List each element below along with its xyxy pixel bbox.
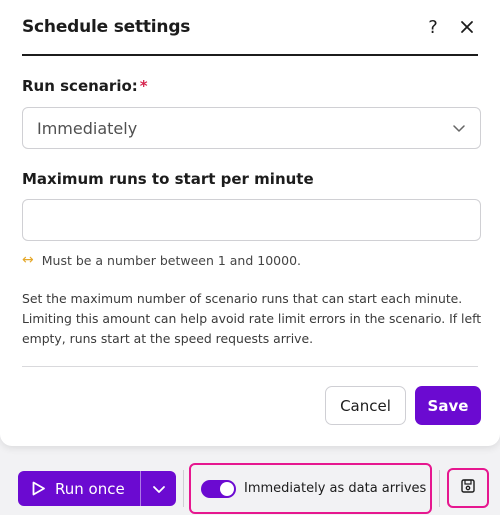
run-scenario-select[interactable]: Immediately	[22, 107, 481, 149]
run-once-button[interactable]: Run once	[18, 471, 140, 506]
play-icon	[32, 481, 45, 496]
run-scenario-label-text: Run scenario:	[22, 77, 138, 95]
run-once-menu-button[interactable]	[141, 471, 176, 506]
run-once-label: Run once	[55, 479, 125, 498]
close-button[interactable]	[456, 16, 478, 38]
save-button[interactable]: Save	[415, 386, 481, 425]
schedule-toggle-control: Immediately as data arrives	[189, 463, 432, 514]
max-runs-hint-text: Must be a number between 1 and 10000.	[41, 252, 301, 268]
toolbar-separator	[183, 470, 184, 507]
modal-title: Schedule settings	[22, 17, 191, 37]
required-marker: *	[139, 77, 148, 95]
max-runs-label: Maximum runs to start per minute	[22, 170, 314, 188]
schedule-toggle[interactable]	[201, 479, 236, 498]
max-runs-description: Set the maximum number of scenario runs …	[22, 291, 482, 346]
run-scenario-selected-value: Immediately	[37, 118, 138, 138]
toolbar-separator	[439, 470, 440, 507]
floppy-disk-icon	[460, 478, 476, 498]
question-icon: ?	[428, 16, 438, 38]
save-scenario-button[interactable]	[447, 468, 489, 508]
chevron-down-icon	[453, 125, 465, 132]
close-icon	[461, 21, 473, 33]
scenario-editor: Schedule settings ? Run scenario: * Immed…	[0, 0, 500, 515]
header-actions: ?	[422, 16, 478, 38]
max-runs-input[interactable]	[22, 199, 481, 241]
arrows-horizontal-icon: ↔	[22, 252, 34, 268]
run-scenario-label: Run scenario: *	[22, 77, 148, 95]
max-runs-hint: ↔ Must be a number between 1 and 10000.	[22, 252, 301, 268]
schedule-toggle-label: Immediately as data arrives	[244, 481, 427, 496]
footer-divider	[22, 366, 478, 367]
chevron-down-icon	[152, 485, 165, 493]
modal-header: Schedule settings ?	[22, 0, 478, 56]
run-once-button-group: Run once	[18, 471, 176, 506]
help-button[interactable]: ?	[422, 16, 444, 38]
schedule-settings-modal: Schedule settings ? Run scenario: * Immed…	[0, 0, 500, 446]
cancel-button[interactable]: Cancel	[325, 386, 406, 425]
